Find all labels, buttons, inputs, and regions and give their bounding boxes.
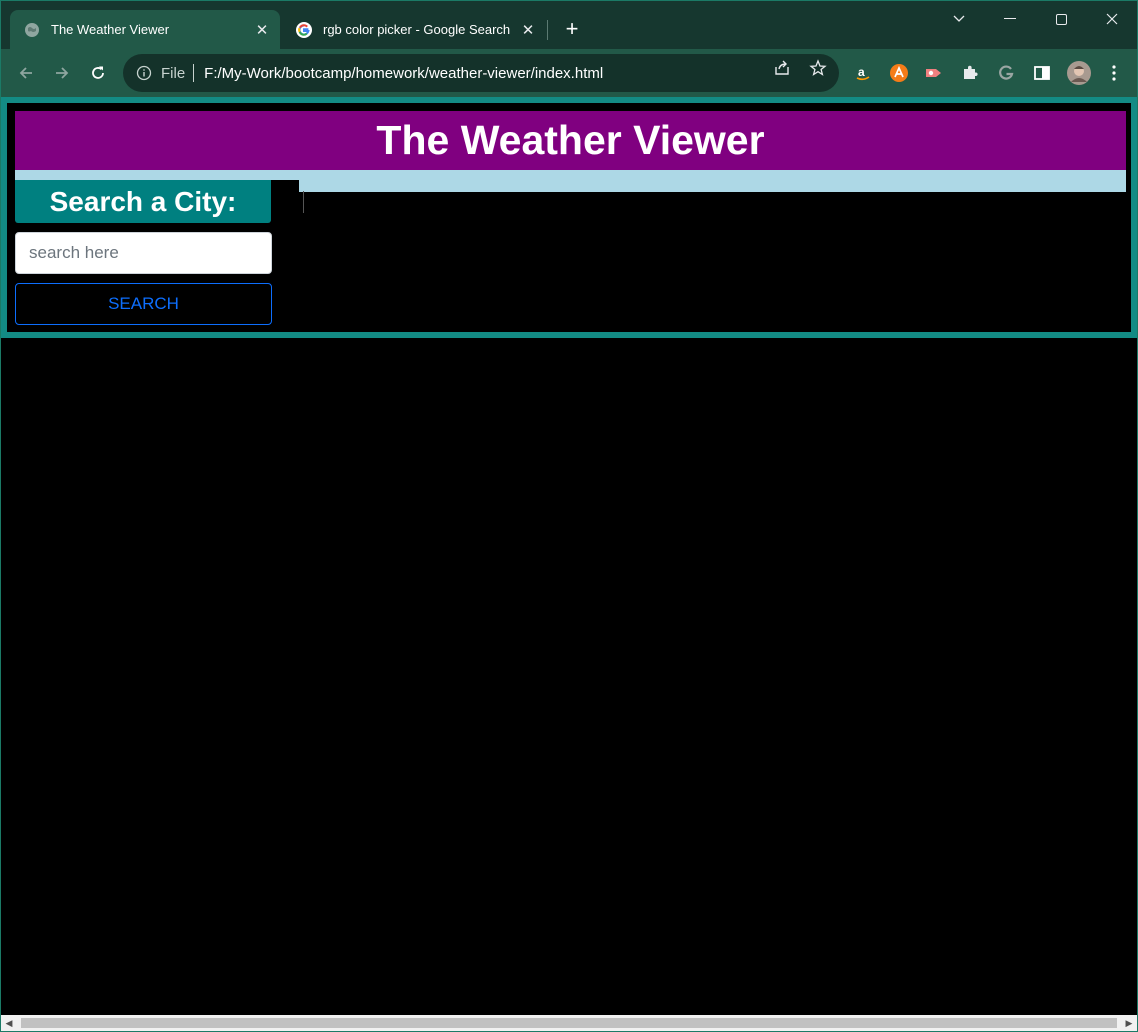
google-icon [296, 21, 312, 38]
weather-app-frame: The Weather Viewer Search a City: SEARCH [1, 97, 1137, 338]
tab-title: The Weather Viewer [51, 22, 170, 37]
globe-icon [25, 22, 39, 37]
star-icon[interactable] [808, 58, 828, 78]
tab-search-button[interactable] [935, 5, 983, 33]
scroll-right-icon[interactable]: ▶ [1121, 1015, 1137, 1031]
svg-text:a: a [858, 65, 865, 79]
side-panel-icon[interactable] [1032, 63, 1052, 83]
close-icon [1106, 13, 1118, 25]
browser-window: The Weather Viewer ✕ rgb color picker - … [0, 0, 1138, 1032]
page-viewport: The Weather Viewer Search a City: SEARCH [1, 97, 1137, 1015]
tab-separator [547, 20, 548, 40]
arrow-left-icon [19, 67, 32, 79]
horizontal-scrollbar[interactable]: ◀ ▶ [1, 1015, 1137, 1031]
address-divider [193, 64, 195, 82]
info-icon[interactable] [136, 65, 152, 81]
minimize-icon [1004, 18, 1016, 19]
page-title: The Weather Viewer [15, 111, 1126, 170]
grammarly-icon[interactable] [996, 63, 1016, 83]
close-icon[interactable]: ✕ [250, 18, 274, 42]
tab-google-search[interactable]: rgb color picker - Google Search ✕ [282, 10, 546, 49]
search-sidebar: Search a City: SEARCH [15, 180, 299, 330]
search-heading: Search a City: [15, 180, 271, 223]
share-icon[interactable] [772, 58, 792, 78]
new-tab-button[interactable]: + [560, 17, 584, 41]
menu-icon[interactable] [1104, 63, 1124, 83]
profile-avatar[interactable] [1067, 61, 1091, 85]
close-icon[interactable]: ✕ [516, 18, 540, 42]
back-button[interactable] [12, 59, 40, 87]
amazon-icon[interactable]: a [853, 63, 873, 83]
reload-button[interactable] [84, 59, 112, 87]
puzzle-icon[interactable] [960, 63, 980, 83]
reload-icon [92, 66, 104, 79]
arrow-right-icon [56, 67, 69, 79]
minimize-button[interactable] [986, 5, 1034, 33]
address-bar[interactable]: File F:/My-Work/bootcamp/homework/weathe… [123, 54, 839, 92]
window-close-button[interactable] [1088, 5, 1136, 33]
tab-weather-viewer[interactable]: The Weather Viewer ✕ [10, 10, 280, 49]
scheme-label: File [161, 64, 186, 82]
search-button[interactable]: SEARCH [15, 283, 272, 325]
browser-toolbar: File F:/My-Work/bootcamp/homework/weathe… [1, 49, 1137, 97]
maximize-icon [1055, 13, 1067, 25]
chevron-down-icon [953, 15, 965, 22]
record-icon[interactable] [924, 63, 944, 83]
tab-strip: The Weather Viewer ✕ rgb color picker - … [1, 1, 1137, 49]
forward-button[interactable] [48, 59, 76, 87]
maximize-button[interactable] [1037, 5, 1085, 33]
scrollbar-thumb[interactable] [21, 1018, 1117, 1028]
tab-title: rgb color picker - Google Search [323, 22, 511, 37]
url-text[interactable]: F:/My-Work/bootcamp/homework/weather-vie… [204, 65, 603, 82]
scroll-left-icon[interactable]: ◀ [1, 1015, 17, 1031]
avast-icon[interactable] [889, 63, 909, 83]
search-input[interactable] [15, 232, 272, 274]
text-cursor [303, 191, 304, 213]
